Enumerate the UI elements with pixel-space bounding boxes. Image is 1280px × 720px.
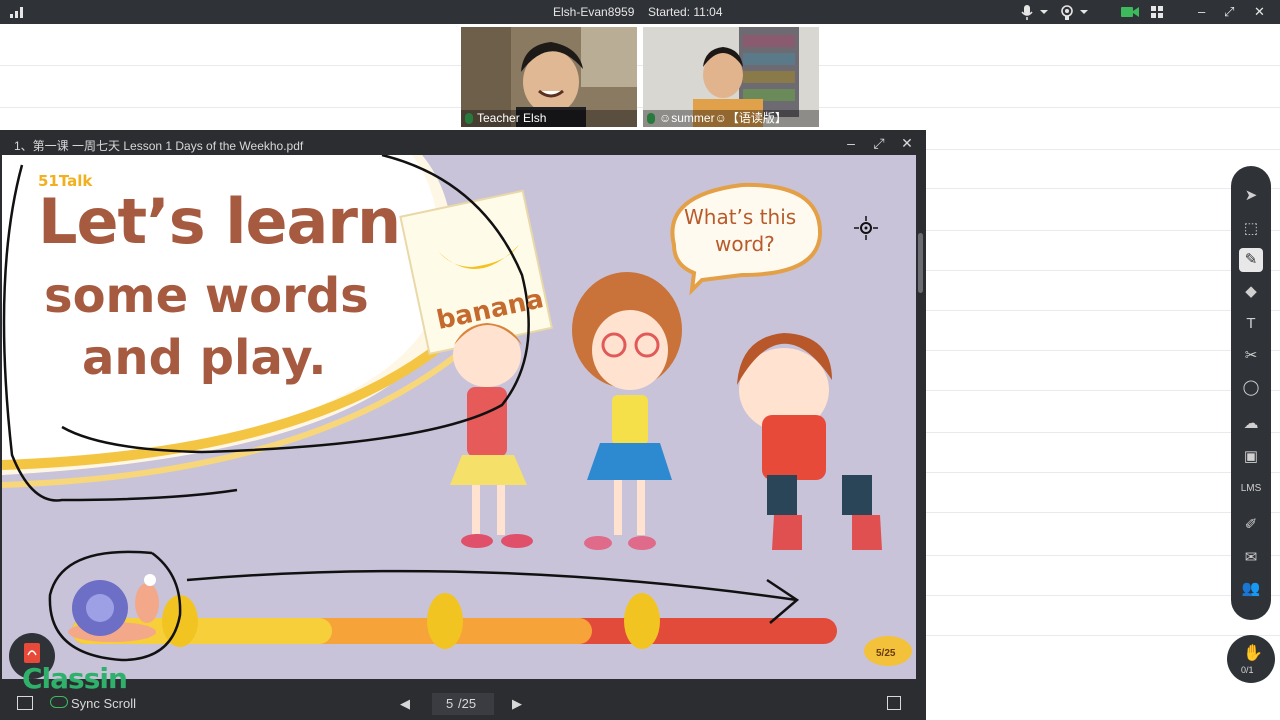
teacher-name: Teacher Elsh [461,110,637,127]
page-current: 5 [446,696,454,711]
pointer-icon[interactable]: ➤ [1239,184,1263,208]
session-started-time: Started: 11:04 [648,5,723,19]
lms-button[interactable]: LMS [1239,477,1263,501]
select-icon[interactable]: ⬚ [1239,217,1263,241]
document-header: 1、第一课 一周七天 Lesson 1 Days of the Weekho.p… [0,130,926,156]
raise-hand-button[interactable]: ✋ 0/1 [1227,635,1275,683]
camera-icon[interactable] [1120,3,1140,21]
expand-window-icon[interactable]: ⤢ [868,133,890,153]
slide-headline-line1: Let’s learn [38,185,401,258]
signal-icon [10,6,24,18]
edit-icon[interactable]: ✐ [1239,513,1263,537]
fit-page-icon[interactable] [887,696,901,710]
hand-icon: ✋ [1243,645,1263,662]
speaker-icon[interactable] [1060,3,1090,21]
slide-headline-line2: some words [44,268,369,324]
slide-headline-line3: and play. [82,330,327,386]
microphone-icon[interactable] [1020,3,1050,21]
minimize-window-icon[interactable]: – [840,133,862,153]
prev-page-icon[interactable]: ◀ [400,696,410,712]
eraser-icon[interactable]: ◆ [1239,280,1263,304]
whiteboard-toolbar: ➤ ⬚ ✎ ◆ T ✂ ◯ ☁ ▣ LMS ✐ ✉ 👥 [1231,166,1271,620]
speech-bubble-line2: word? [715,232,775,256]
text-icon[interactable]: T [1239,312,1263,336]
close-window-icon[interactable]: ✕ [896,133,918,153]
page-total: /25 [458,696,477,711]
sidebar-toggle-icon[interactable] [17,696,33,710]
users-icon[interactable]: 👥 [1239,577,1263,601]
next-page-icon[interactable]: ▶ [512,696,522,712]
student-name: ☺summer☺【语读版】 [643,110,819,127]
pen-icon[interactable]: ✎ [1239,248,1263,272]
document-footer: Sync Scroll ◀ 5 /25 ▶ [0,690,926,720]
grid-view-icon[interactable] [1150,3,1164,21]
session-bar: Elsh-Evan8959 Started: 11:04 – ⤢ ✕ [0,0,1280,24]
sync-scroll-toggle[interactable] [50,696,68,708]
scissors-icon[interactable]: ✂ [1239,344,1263,368]
hand-count: 0/1 [1241,665,1254,675]
shape-icon[interactable]: ◯ [1239,376,1263,400]
student-video[interactable]: ☺summer☺【语读版】 [643,27,819,127]
classin-logo: Classin [22,662,128,695]
cloud-icon[interactable]: ☁ [1239,412,1263,436]
fullscreen-icon[interactable]: ⤢ [1224,3,1234,21]
document-filename: 1、第一课 一周七天 Lesson 1 Days of the Weekho.p… [14,139,304,153]
pdf-slide[interactable]: 51Talk Let’s learn some words and play. … [2,155,916,679]
chat-icon[interactable]: ✉ [1239,546,1263,570]
toolbox-icon[interactable]: ▣ [1239,445,1263,469]
speech-bubble-line1: What’s this [684,205,797,229]
close-icon[interactable]: ✕ [1254,3,1265,21]
document-scrollbar[interactable] [918,233,923,293]
slide-page-badge: 5/25 [876,648,896,659]
teacher-video[interactable]: Teacher Elsh [461,27,637,127]
session-title: Elsh-Evan8959 [553,5,635,19]
sync-scroll-label: Sync Scroll [71,696,137,711]
minimize-icon[interactable]: – [1198,3,1205,21]
